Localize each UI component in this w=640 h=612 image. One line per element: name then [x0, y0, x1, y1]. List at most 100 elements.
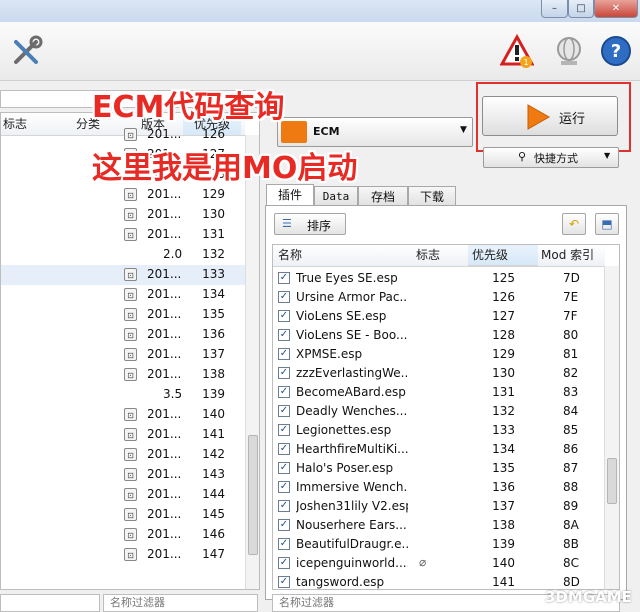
plugin-priority: 133 — [492, 423, 515, 437]
plugin-row[interactable]: ✓ VioLens SE.esp 127 7F — [273, 307, 605, 326]
mod-row[interactable]: ⊡ 201... 140 — [1, 405, 245, 425]
plugin-row[interactable]: ✓ Deadly Wenches.... 132 84 — [273, 402, 605, 421]
mod-row[interactable]: 2.0 132 — [1, 245, 245, 265]
plugin-checkbox[interactable]: ✓ — [278, 291, 290, 303]
plugin-row[interactable]: ✓ zzzEverlastingWe... 130 82 — [273, 364, 605, 383]
column-plugin-flags[interactable]: 标志 — [416, 245, 456, 267]
plugin-checkbox[interactable]: ✓ — [278, 329, 290, 341]
left-category-filter[interactable] — [0, 594, 100, 612]
mod-priority: 144 — [202, 487, 225, 501]
mod-row[interactable]: ⊡ 201... 131 — [1, 225, 245, 245]
plugin-checkbox[interactable]: ✓ — [278, 557, 290, 569]
mod-row[interactable]: 3.5 139 — [1, 385, 245, 405]
version-icon: ⊡ — [124, 508, 137, 521]
plugin-checkbox[interactable]: ✓ — [278, 386, 290, 398]
close-button[interactable]: ✕ — [594, 0, 638, 18]
svg-text:?: ? — [611, 41, 621, 62]
mod-list-scroll-thumb[interactable] — [248, 435, 258, 555]
toolbar — [0, 22, 640, 81]
mod-priority: 145 — [202, 507, 225, 521]
plugin-checkbox[interactable]: ✓ — [278, 424, 290, 436]
column-plugin-flags-label: 标志 — [416, 248, 441, 262]
plugin-row[interactable]: ✓ Joshen31lily V2.esp 137 89 — [273, 497, 605, 516]
plugin-row[interactable]: ✓ Nouserhere Ears.... 138 8A — [273, 516, 605, 535]
mod-row[interactable]: ⊡ 201... 130 — [1, 205, 245, 225]
plugin-checkbox[interactable]: ✓ — [278, 500, 290, 512]
mod-row[interactable]: ⊡ 201... 136 — [1, 325, 245, 345]
maximize-button[interactable]: □ — [568, 0, 594, 18]
plugin-list-scroll-thumb[interactable] — [607, 458, 617, 504]
plugin-name: zzzEverlastingWe... — [296, 366, 408, 380]
plugin-checkbox[interactable]: ✓ — [278, 443, 290, 455]
plugin-row[interactable]: ✓ VioLens SE - Boo... 128 80 — [273, 326, 605, 345]
version-icon: ⊡ — [124, 228, 137, 241]
plugin-row[interactable]: ✓ Legionettes.esp 133 85 — [273, 421, 605, 440]
version-icon: ⊡ — [124, 448, 137, 461]
plugin-mod-index: 86 — [563, 442, 579, 456]
mod-row[interactable]: ⊡ 201... 135 — [1, 305, 245, 325]
help-icon[interactable]: ? — [600, 35, 632, 67]
plugin-mod-index: 7E — [563, 290, 579, 304]
executable-icon — [281, 121, 307, 143]
plugin-name: XPMSE.esp — [296, 347, 363, 361]
mod-row[interactable]: ⊡ 201... 141 — [1, 425, 245, 445]
tab-saves[interactable]: 存档 — [358, 186, 408, 206]
plugin-row[interactable]: ✓ Ursine Armor Pac... 126 7E — [273, 288, 605, 307]
tab-data[interactable]: Data — [314, 186, 358, 206]
plugin-row[interactable]: ✓ HearthfireMultiKi... 134 86 — [273, 440, 605, 459]
tab-plugins-label: 插件 — [277, 188, 302, 202]
plugin-row[interactable]: ✓ BecomeABard.esp 131 83 — [273, 383, 605, 402]
tab-plugins[interactable]: 插件 — [266, 184, 314, 206]
mod-row[interactable]: ⊡ 201... 142 — [1, 445, 245, 465]
plugin-mod-index: 81 — [563, 347, 579, 361]
sort-button[interactable]: ☰ 排序 — [274, 213, 346, 235]
column-mod-index[interactable]: Mod 索引 — [541, 245, 603, 267]
plugin-row[interactable]: ✓ BeautifulDraugr.e... 139 8B — [273, 535, 605, 554]
plugin-checkbox[interactable]: ✓ — [278, 481, 290, 493]
mod-row[interactable]: ⊡ 201... 145 — [1, 505, 245, 525]
plugin-list-scrollbar[interactable] — [604, 266, 619, 589]
tab-downloads[interactable]: 下载 — [408, 186, 456, 206]
mod-row[interactable]: ⊡ 201... 138 — [1, 365, 245, 385]
restore-backup-icon[interactable]: ↶ — [562, 213, 586, 235]
plugin-checkbox[interactable]: ✓ — [278, 348, 290, 360]
left-name-filter[interactable]: 名称过滤器 — [103, 594, 258, 612]
plugin-name: Ursine Armor Pac... — [296, 290, 408, 304]
save-backup-icon[interactable]: ⬒ — [595, 213, 619, 235]
plugin-checkbox[interactable]: ✓ — [278, 462, 290, 474]
plugin-row[interactable]: ✓ icepenguinworld.... ⌀ 140 8C — [273, 554, 605, 573]
column-plugin-priority[interactable]: 优先级 — [468, 245, 538, 266]
plugin-row[interactable]: ✓ XPMSE.esp 129 81 — [273, 345, 605, 364]
plugin-row[interactable]: ✓ True Eyes SE.esp 125 7D — [273, 269, 605, 288]
mod-row[interactable]: ⊡ 201... 146 — [1, 525, 245, 545]
plugin-checkbox[interactable]: ✓ — [278, 405, 290, 417]
plugin-checkbox[interactable]: ✓ — [278, 576, 290, 588]
plugin-row[interactable]: ✓ Immersive Wench... 136 88 — [273, 478, 605, 497]
plugin-name: BeautifulDraugr.e... — [296, 537, 408, 551]
minimize-button[interactable]: – — [541, 0, 568, 18]
plugin-checkbox[interactable]: ✓ — [278, 272, 290, 284]
plugin-checkbox[interactable]: ✓ — [278, 538, 290, 550]
shortcut-button[interactable]: ⚲ 快捷方式 ▼ — [483, 147, 619, 168]
mod-row[interactable]: ⊡ 201... 126 — [1, 125, 245, 145]
shortcut-chevron-icon: ▼ — [604, 151, 611, 160]
mod-row[interactable]: ⊡ 201... 144 — [1, 485, 245, 505]
column-name[interactable]: 名称 — [278, 245, 358, 267]
plugin-checkbox[interactable]: ✓ — [278, 367, 290, 379]
mod-row[interactable]: ⊡ 201... 147 — [1, 545, 245, 565]
mod-row[interactable]: ⊡ 201... 129 — [1, 185, 245, 205]
warning-icon[interactable]: 1 — [499, 33, 535, 68]
plugin-mod-index: 83 — [563, 385, 579, 399]
mod-row[interactable]: ⊡ 201... 137 — [1, 345, 245, 365]
mod-version: 201... — [147, 267, 182, 281]
mod-row[interactable]: ⊡ 201... 143 — [1, 465, 245, 485]
plugin-checkbox[interactable]: ✓ — [278, 310, 290, 322]
tools-icon[interactable] — [10, 34, 44, 68]
mod-list-scrollbar[interactable] — [245, 135, 259, 589]
plugin-row[interactable]: ✓ Halo's Poser.esp 135 87 — [273, 459, 605, 478]
mod-row[interactable]: ⊡ 201... 133 — [1, 265, 245, 285]
version-icon: ⊡ — [124, 188, 137, 201]
plugin-checkbox[interactable]: ✓ — [278, 519, 290, 531]
update-globe-icon[interactable] — [552, 34, 586, 68]
mod-row[interactable]: ⊡ 201... 134 — [1, 285, 245, 305]
